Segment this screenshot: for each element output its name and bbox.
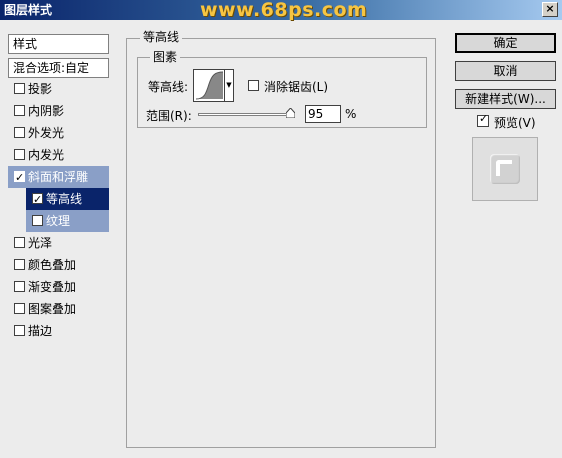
new-style-button[interactable]: 新建样式(W)...	[455, 89, 556, 109]
checkbox-icon[interactable]	[14, 303, 25, 314]
contour-picker[interactable]: ▼	[193, 69, 234, 102]
style-item-satin[interactable]: 光泽	[8, 232, 109, 254]
style-item-gradient-overlay[interactable]: 渐变叠加	[8, 276, 109, 298]
style-item-inner-glow[interactable]: 内发光	[8, 144, 109, 166]
range-slider-track[interactable]	[198, 113, 293, 116]
range-input[interactable]: 95	[305, 105, 341, 123]
style-list: 样式 混合选项:自定 投影 内阴影 外发光 内发光 斜面和浮雕 等高线 纹理 光…	[8, 34, 109, 345]
style-item-outer-glow[interactable]: 外发光	[8, 122, 109, 144]
checkbox-icon[interactable]	[14, 127, 25, 138]
cancel-button[interactable]: 取消	[455, 61, 556, 81]
range-unit: %	[345, 107, 357, 121]
style-item-label: 渐变叠加	[28, 280, 77, 294]
anti-alias-label[interactable]: 消除锯齿(L)	[264, 78, 328, 95]
checkbox-icon[interactable]	[14, 325, 25, 336]
contour-label: 等高线:	[148, 80, 189, 94]
style-item-label: 投影	[28, 82, 53, 96]
style-item-color-overlay[interactable]: 颜色叠加	[8, 254, 109, 276]
close-button[interactable]: ×	[542, 2, 558, 17]
checkbox-icon[interactable]	[32, 215, 43, 226]
window-title: 图层样式	[4, 3, 53, 17]
style-item-label: 描边	[28, 324, 53, 338]
style-item-drop-shadow[interactable]: 投影	[8, 78, 109, 100]
style-item-label: 图案叠加	[28, 302, 77, 316]
checkbox-checked-icon[interactable]	[14, 167, 25, 189]
preview-checkbox[interactable]	[477, 112, 489, 127]
checkbox-icon[interactable]	[14, 237, 25, 248]
style-item-label: 光泽	[28, 236, 53, 250]
style-item-label: 等高线	[46, 192, 83, 206]
style-item-texture[interactable]: 纹理	[26, 210, 109, 232]
style-item-label: 颜色叠加	[28, 258, 77, 272]
preview-label[interactable]: 预览(V)	[494, 114, 536, 131]
checkbox-icon[interactable]	[14, 105, 25, 116]
checkbox-icon[interactable]	[14, 149, 25, 160]
style-item-pattern-overlay[interactable]: 图案叠加	[8, 298, 109, 320]
range-slider-thumb-icon[interactable]	[286, 108, 295, 118]
style-item-bevel-emboss[interactable]: 斜面和浮雕	[8, 166, 109, 189]
contour-curve-icon	[195, 71, 224, 100]
checkbox-icon[interactable]	[14, 83, 25, 94]
style-item-label: 纹理	[46, 214, 71, 228]
style-item-stroke[interactable]: 描边	[8, 320, 109, 342]
style-item-inner-shadow[interactable]: 内阴影	[8, 100, 109, 122]
style-item-contour[interactable]: 等高线	[26, 188, 109, 211]
style-list-header[interactable]: 样式	[8, 34, 109, 54]
preview-thumbnail	[472, 137, 538, 201]
title-bar: 图层样式 www.68ps.com ×	[0, 0, 562, 21]
contour-group-title: 等高线	[140, 30, 183, 44]
style-item-label: 内发光	[28, 148, 65, 162]
checkbox-icon[interactable]	[14, 259, 25, 270]
style-item-label: 内阴影	[28, 104, 65, 118]
style-item-label: 斜面和浮雕	[28, 170, 89, 184]
blending-options-item[interactable]: 混合选项:自定	[8, 58, 109, 78]
preview-swatch	[490, 154, 520, 184]
dropdown-arrow-icon[interactable]: ▼	[224, 70, 233, 101]
anti-alias-checkbox[interactable]	[248, 80, 259, 91]
range-label: 范围(R):	[146, 109, 192, 123]
checkbox-icon[interactable]	[14, 281, 25, 292]
watermark-text: www.68ps.com	[200, 0, 368, 21]
ok-button[interactable]: 确定	[455, 33, 556, 53]
style-item-label: 外发光	[28, 126, 65, 140]
checkbox-checked-icon[interactable]	[32, 189, 43, 211]
elements-subgroup-title: 图素	[150, 50, 181, 64]
